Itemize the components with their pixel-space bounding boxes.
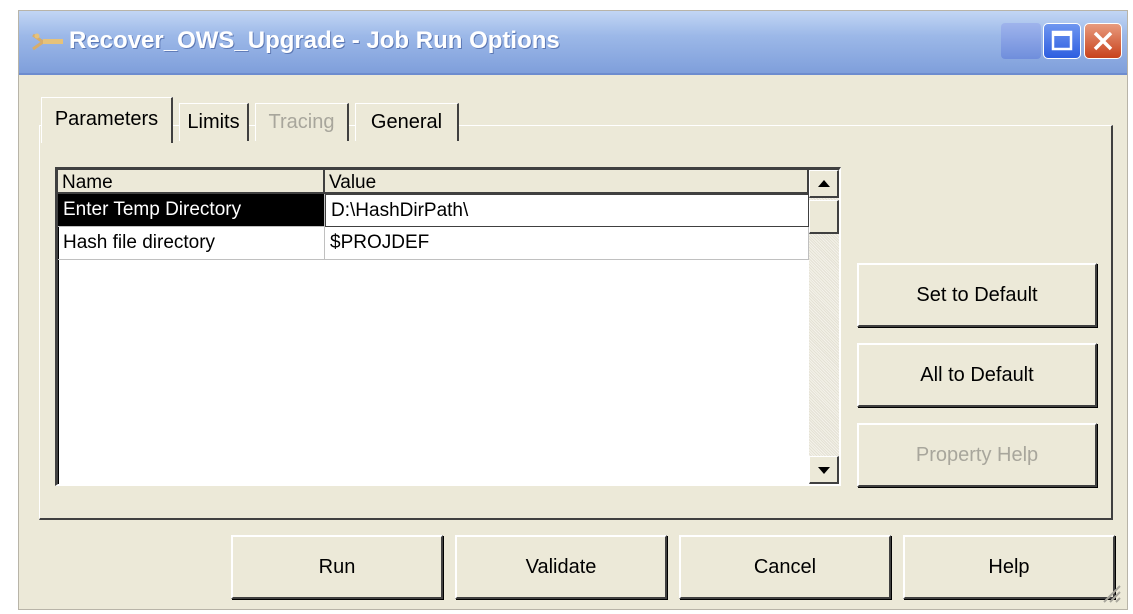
- row-1-name-cell[interactable]: Enter Temp Directory: [58, 194, 325, 227]
- column-header-name[interactable]: Name: [58, 170, 325, 194]
- validate-button[interactable]: Validate: [455, 535, 667, 599]
- scroll-up-icon: [818, 180, 830, 187]
- all-to-default-button[interactable]: All to Default: [857, 343, 1097, 407]
- tab-label: Limits: [187, 111, 240, 133]
- button-label: Help: [988, 556, 1030, 578]
- scroll-down-icon: [818, 467, 830, 474]
- row-2-value-cell[interactable]: $PROJDEF: [325, 227, 809, 260]
- set-to-default-button[interactable]: Set to Default: [857, 263, 1097, 327]
- resize-grip-icon[interactable]: [1099, 581, 1121, 603]
- row-1-value-cell[interactable]: D:\HashDirPath\: [325, 194, 809, 227]
- button-label: Property Help: [915, 444, 1039, 466]
- button-label: All to Default: [920, 364, 1034, 386]
- tab-label: Tracing: [268, 111, 335, 133]
- tab-label: Parameters: [54, 108, 159, 130]
- job-icon: [32, 33, 63, 51]
- button-label: Cancel: [753, 556, 817, 578]
- close-icon: [1093, 31, 1113, 51]
- property-help-button: Property Help: [857, 423, 1097, 487]
- title-bar[interactable]: Recover_OWS_Upgrade - Job Run Options: [19, 11, 1127, 75]
- row-2-name-cell[interactable]: Hash file directory: [58, 227, 325, 260]
- run-button[interactable]: Run: [231, 535, 443, 599]
- window-title: Recover_OWS_Upgrade - Job Run Options: [69, 27, 560, 54]
- tab-parameters[interactable]: Parameters: [41, 97, 173, 143]
- tab-label: General: [370, 111, 443, 133]
- button-label: Validate: [525, 556, 597, 578]
- tab-limits[interactable]: Limits: [179, 103, 249, 141]
- button-label: Set to Default: [916, 284, 1038, 306]
- tab-tracing: Tracing: [255, 103, 349, 141]
- cancel-button[interactable]: Cancel: [679, 535, 891, 599]
- tab-general[interactable]: General: [355, 103, 459, 141]
- scroll-down-button[interactable]: [809, 456, 839, 484]
- column-header-value[interactable]: Value: [325, 170, 809, 194]
- close-button[interactable]: [1084, 23, 1122, 59]
- job-run-options-window: Recover_OWS_Upgrade - Job Run Options Pa…: [18, 10, 1128, 610]
- maximize-button[interactable]: [1043, 23, 1081, 59]
- scroll-thumb[interactable]: [809, 200, 839, 234]
- minimize-icon[interactable]: [1001, 23, 1041, 59]
- maximize-icon: [1051, 30, 1073, 51]
- button-label: Run: [318, 556, 356, 578]
- help-button[interactable]: Help: [903, 535, 1115, 599]
- vertical-scrollbar[interactable]: [809, 170, 839, 484]
- scroll-up-button[interactable]: [809, 170, 839, 198]
- parameters-grid[interactable]: Name Value Enter Temp Directory D:\HashD…: [55, 167, 841, 486]
